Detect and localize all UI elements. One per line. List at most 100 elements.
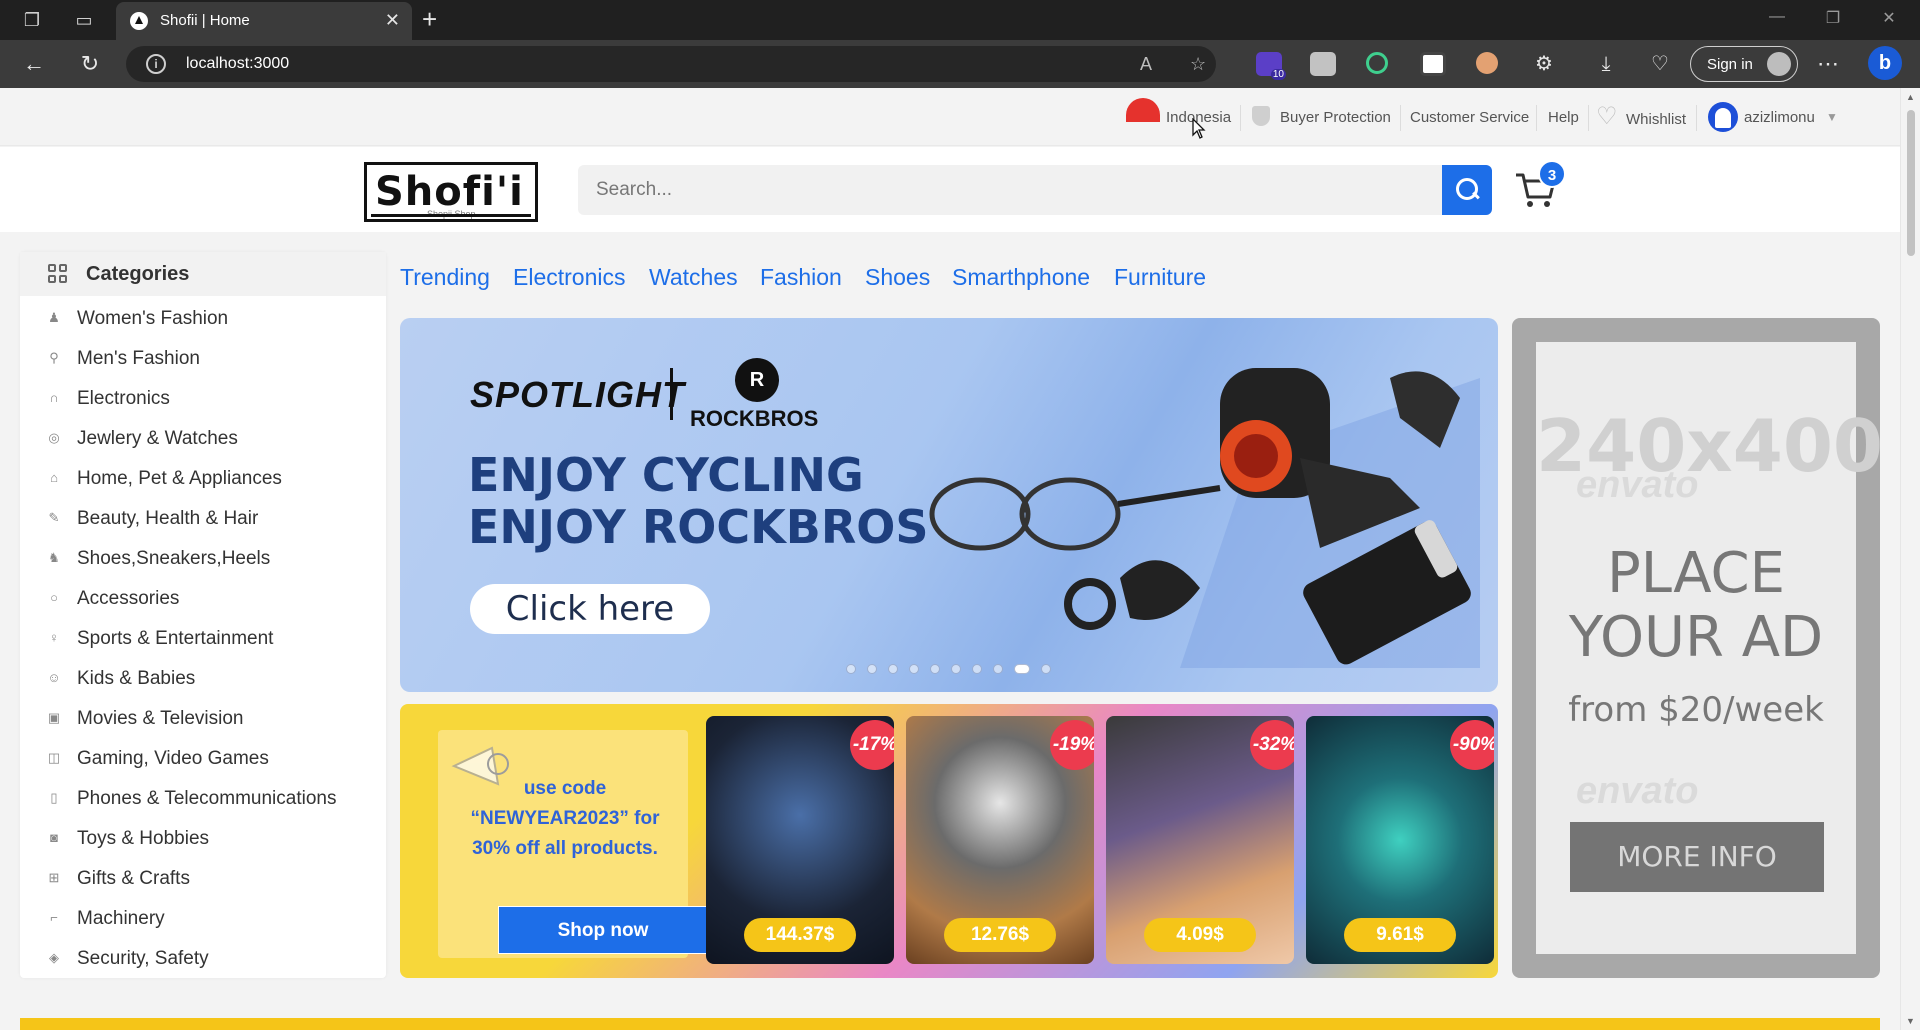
- site-info-icon[interactable]: i: [146, 54, 166, 74]
- carousel-dot[interactable]: [951, 664, 961, 674]
- category-item[interactable]: ⌂ Home, Pet & Appliances: [20, 458, 386, 498]
- ad-watermark: envato: [1576, 770, 1699, 812]
- tag-link[interactable]: Shoes: [865, 264, 930, 291]
- category-item[interactable]: ◎ Jewlery & Watches: [20, 418, 386, 458]
- product-card-helmet[interactable]: -17% 144.37$: [706, 716, 894, 964]
- read-aloud-icon[interactable]: A: [1140, 54, 1152, 75]
- wishlist-link[interactable]: Whishlist: [1626, 111, 1686, 128]
- category-item[interactable]: ◈ Security, Safety: [20, 938, 386, 978]
- search-button[interactable]: [1442, 165, 1492, 215]
- profile-extension-icon[interactable]: [1476, 52, 1498, 74]
- category-item[interactable]: ⊞ Gifts & Crafts: [20, 858, 386, 898]
- tag-link[interactable]: Smarthphone: [952, 264, 1090, 291]
- address-bar[interactable]: i localhost:3000 A ☆: [126, 46, 1216, 82]
- carousel-dot[interactable]: [972, 664, 982, 674]
- sign-in-button[interactable]: Sign in: [1690, 46, 1798, 82]
- code-extension-icon[interactable]: [1420, 52, 1446, 76]
- divider: [1536, 105, 1537, 131]
- browser-titlebar: ❐ ▭ Shofii | Home ✕ + — ❐ ✕: [0, 0, 1920, 40]
- categories-header: Categories: [20, 252, 386, 296]
- hero-banner[interactable]: SPOTLIGHT R ROCKBROS ENJOY CYCLING ENJOY…: [400, 318, 1498, 692]
- category-item[interactable]: ▯ Phones & Telecommunications: [20, 778, 386, 818]
- user-avatar[interactable]: [1708, 102, 1738, 132]
- close-tab-icon[interactable]: ✕: [385, 10, 400, 31]
- banner-cta-button[interactable]: Click here: [470, 584, 710, 634]
- carousel-dot[interactable]: [930, 664, 940, 674]
- carousel-dot[interactable]: [867, 664, 877, 674]
- product-card-earbuds[interactable]: -90% 9.61$: [1306, 716, 1494, 964]
- page-scrollbar[interactable]: ▲ ▼: [1900, 88, 1920, 1030]
- gift-icon: ⊞: [48, 870, 60, 885]
- username[interactable]: azizlimonu: [1744, 109, 1815, 126]
- close-window-icon[interactable]: ✕: [1874, 8, 1904, 28]
- tag-link[interactable]: Fashion: [760, 264, 842, 291]
- category-item[interactable]: ◫ Gaming, Video Games: [20, 738, 386, 778]
- grammar-extension-icon[interactable]: [1366, 52, 1388, 74]
- tab-actions-icon[interactable]: ▭: [72, 8, 96, 32]
- new-tab-icon[interactable]: +: [422, 6, 437, 32]
- headphones-icon: ∩: [49, 390, 59, 405]
- category-item[interactable]: ▣ Movies & Television: [20, 698, 386, 738]
- dress-icon: ♟: [48, 310, 60, 325]
- workspaces-icon[interactable]: ❐: [20, 8, 44, 32]
- copilot-icon[interactable]: b: [1868, 46, 1902, 80]
- carousel-dot[interactable]: [1014, 664, 1030, 674]
- buyer-protection-link[interactable]: Buyer Protection: [1280, 109, 1391, 126]
- tag-link[interactable]: Electronics: [513, 264, 625, 291]
- favorite-star-icon[interactable]: ☆: [1190, 54, 1206, 75]
- minimize-icon[interactable]: —: [1762, 8, 1792, 26]
- tag-link[interactable]: Trending: [400, 264, 490, 291]
- category-item[interactable]: ⌐ Machinery: [20, 898, 386, 938]
- category-item[interactable]: ∩ Electronics: [20, 378, 386, 418]
- logo-underline: [371, 214, 531, 217]
- search-input[interactable]: [578, 165, 1444, 215]
- category-item[interactable]: ☺ Kids & Babies: [20, 658, 386, 698]
- reload-icon[interactable]: ↻: [76, 52, 104, 76]
- scroll-up-icon[interactable]: ▲: [1906, 92, 1915, 102]
- advertisement[interactable]: 240x400 envato PLACE YOUR AD from $20/we…: [1512, 318, 1883, 978]
- promo-strip: use code “NEWYEAR2023” for 30% off all p…: [400, 704, 1498, 978]
- category-item[interactable]: ✎ Beauty, Health & Hair: [20, 498, 386, 538]
- more-info-button[interactable]: MORE INFO: [1570, 822, 1824, 892]
- tag-link[interactable]: Furniture: [1114, 264, 1206, 291]
- customer-service-link[interactable]: Customer Service: [1410, 109, 1529, 126]
- category-label: Phones & Telecommunications: [77, 788, 337, 809]
- extensions-puzzle-icon[interactable]: ⚙: [1530, 52, 1558, 76]
- indonesia-flag-icon[interactable]: [1126, 98, 1160, 122]
- more-menu-icon[interactable]: ⋯: [1814, 52, 1842, 76]
- site-favicon-icon: [130, 12, 148, 30]
- shoe-icon: ♞: [48, 550, 60, 565]
- category-item[interactable]: ♟ Women's Fashion: [20, 298, 386, 338]
- rockbros-logo-icon: R: [735, 358, 779, 402]
- carousel-dot[interactable]: [909, 664, 919, 674]
- mouse-cursor-icon: [1192, 118, 1206, 139]
- back-icon[interactable]: ←: [20, 52, 48, 76]
- help-link[interactable]: Help: [1548, 109, 1579, 126]
- carousel-dot[interactable]: [1041, 664, 1051, 674]
- browser-tab[interactable]: Shofii | Home ✕: [116, 2, 412, 40]
- browser-toolbar: ← ↻ i localhost:3000 A ☆ 10 ⚙ ⤓ ♡ Sign i…: [0, 40, 1920, 88]
- carousel-dot[interactable]: [846, 664, 856, 674]
- calendar-extension-icon[interactable]: [1310, 52, 1336, 76]
- category-item[interactable]: ⚲ Men's Fashion: [20, 338, 386, 378]
- extension-icon[interactable]: 10: [1256, 52, 1286, 80]
- shop-now-button[interactable]: Shop now: [498, 906, 708, 954]
- scroll-thumb[interactable]: [1907, 110, 1915, 256]
- carousel-dot[interactable]: [888, 664, 898, 674]
- category-item[interactable]: ◙ Toys & Hobbies: [20, 818, 386, 858]
- restore-icon[interactable]: ❐: [1818, 8, 1848, 28]
- heart-icon[interactable]: ♡: [1596, 102, 1618, 131]
- category-item[interactable]: ♀ Sports & Entertainment: [20, 618, 386, 658]
- chevron-down-icon[interactable]: ▼: [1826, 110, 1838, 124]
- scroll-down-icon[interactable]: ▼: [1906, 1016, 1915, 1026]
- url-text[interactable]: localhost:3000: [186, 55, 289, 73]
- tag-link[interactable]: Watches: [649, 264, 738, 291]
- carousel-dot[interactable]: [993, 664, 1003, 674]
- downloads-icon[interactable]: ⤓: [1592, 52, 1620, 76]
- product-card-smartwatch[interactable]: -19% 12.76$: [906, 716, 1094, 964]
- category-item[interactable]: ♞ Shoes,Sneakers,Heels: [20, 538, 386, 578]
- performance-icon[interactable]: ♡: [1646, 52, 1674, 76]
- category-item[interactable]: ○ Accessories: [20, 578, 386, 618]
- product-card-iphone[interactable]: -32% 4.09$: [1106, 716, 1294, 964]
- site-logo[interactable]: Shofi'i Shopii Shop: [364, 162, 538, 222]
